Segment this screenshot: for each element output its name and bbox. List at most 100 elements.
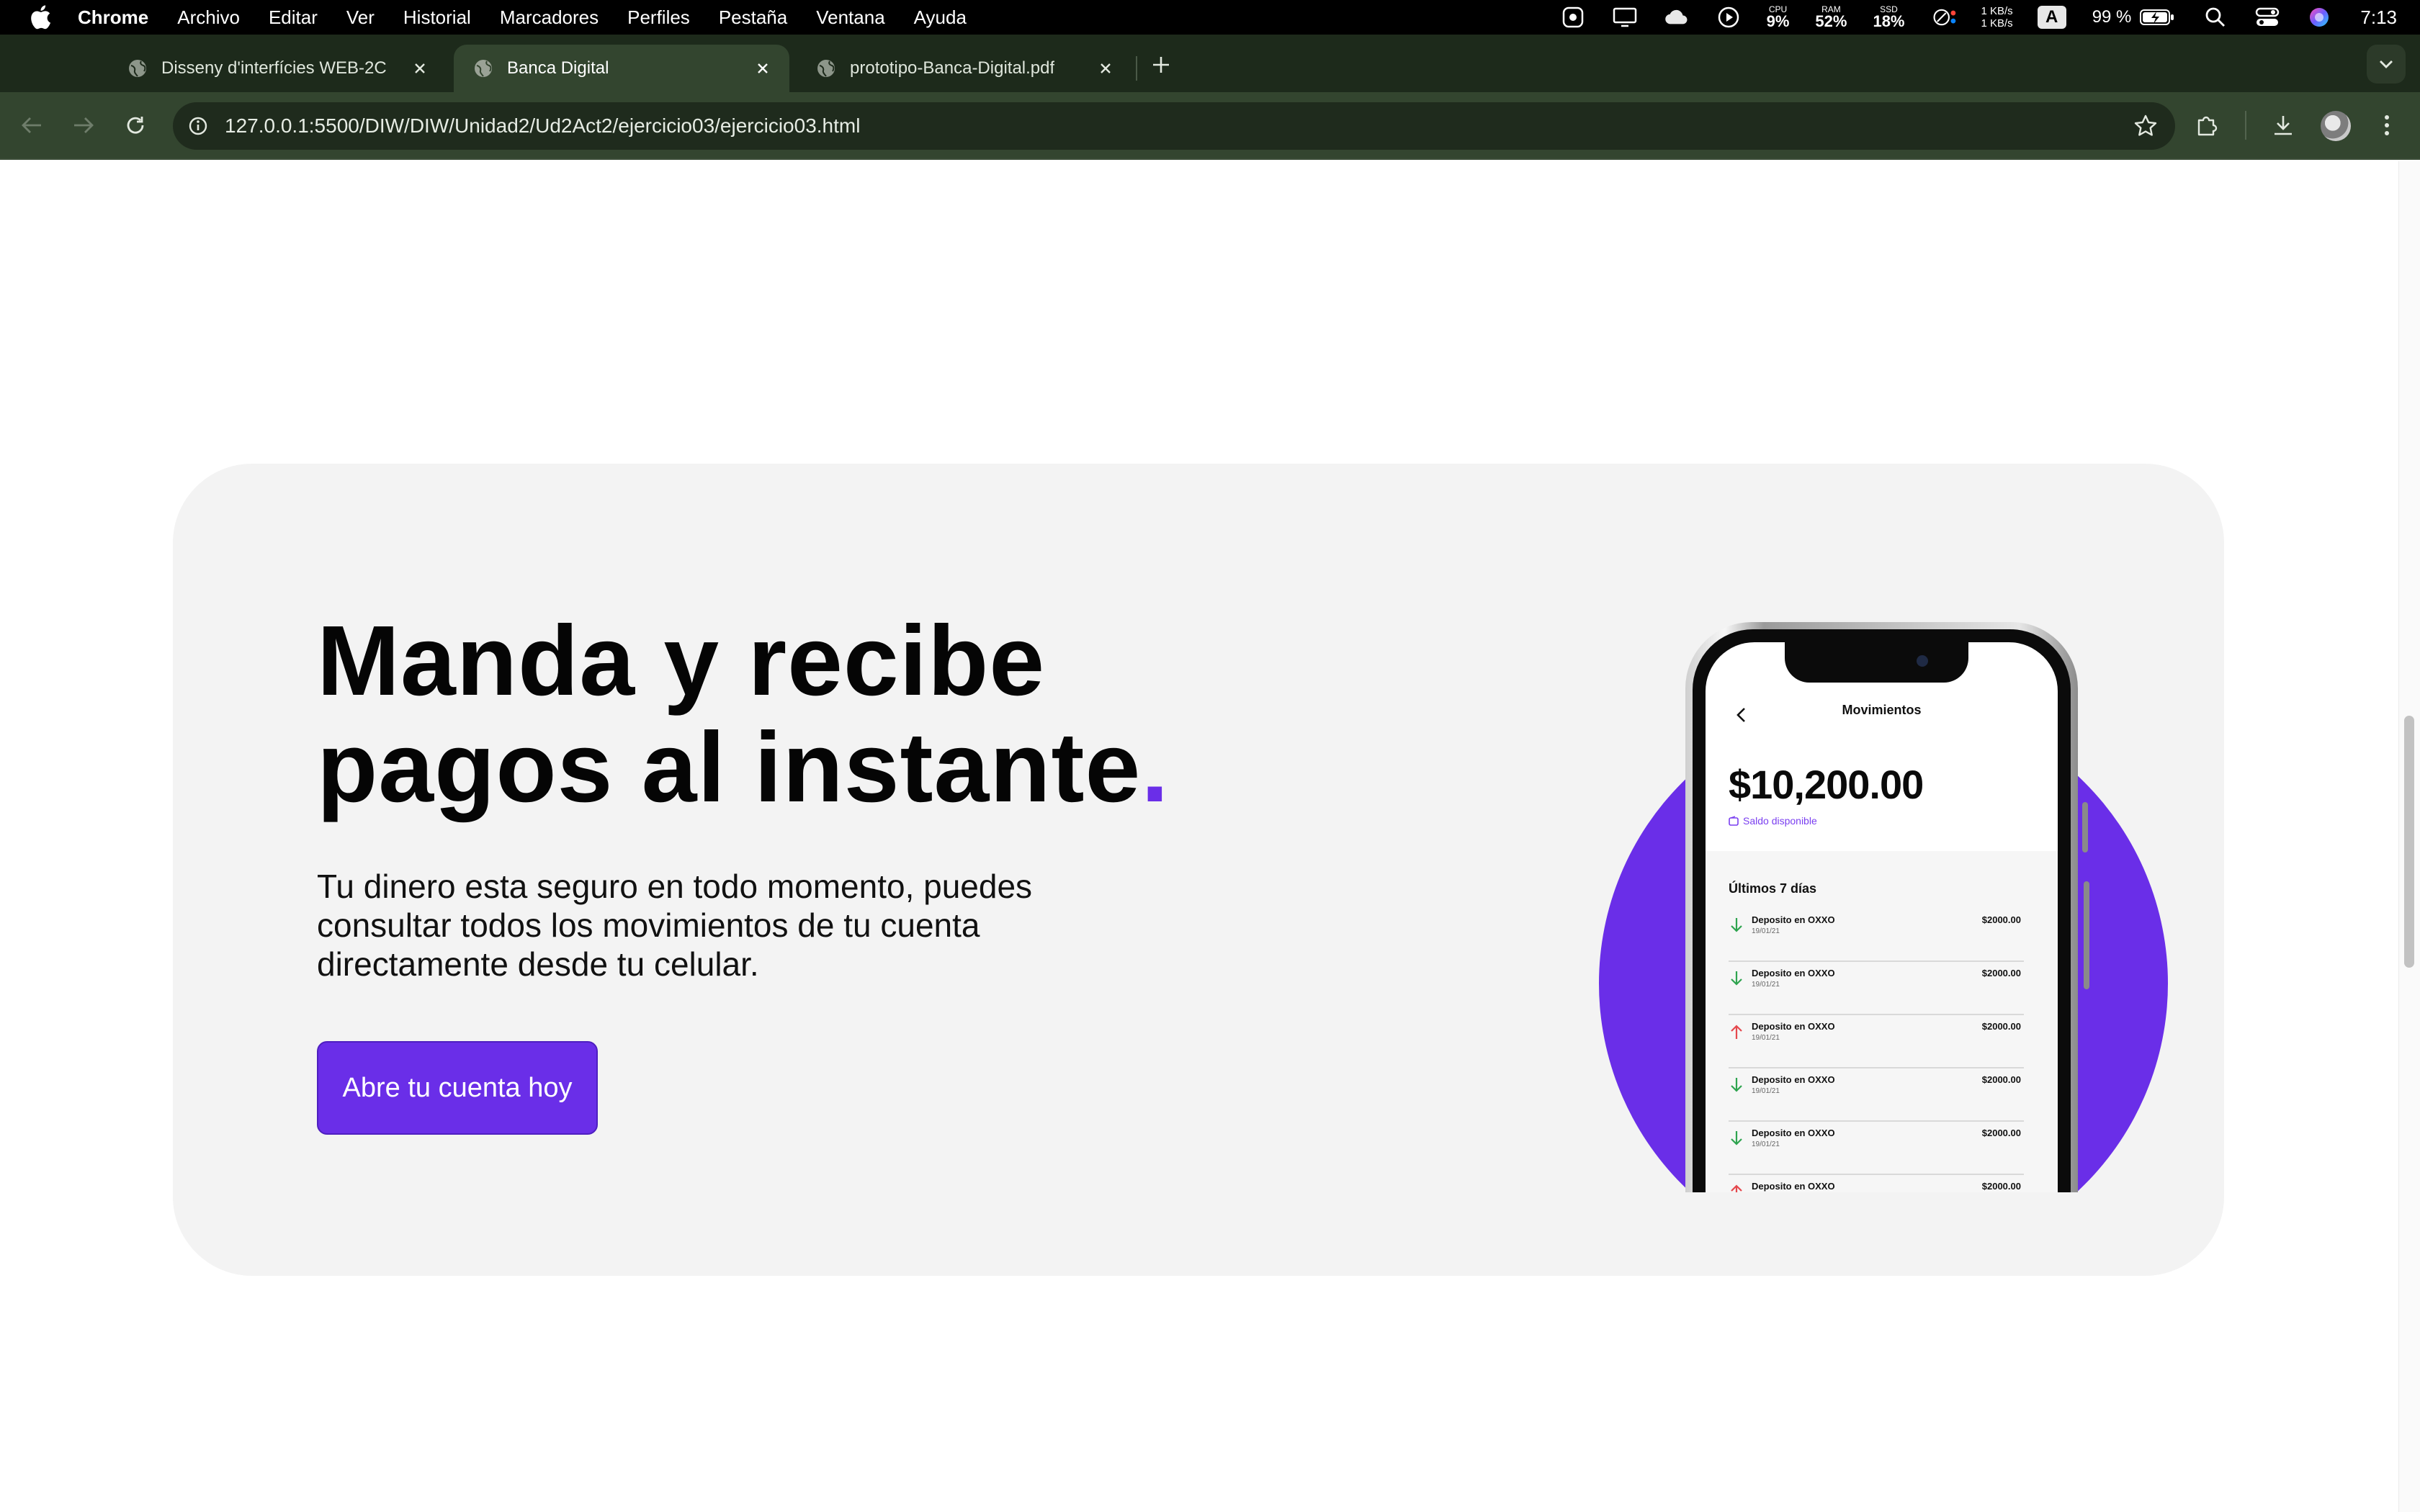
movement-row[interactable]: Deposito en OXXO 19/01/21 $2000.00 (1729, 1015, 2024, 1068)
globe-icon (475, 60, 492, 77)
close-icon[interactable] (1095, 58, 1116, 79)
menu-editar[interactable]: Editar (269, 6, 318, 29)
more-menu-icon[interactable] (2370, 108, 2404, 143)
ram-stat[interactable]: RAM 52% (1815, 5, 1847, 30)
tab-disseny[interactable]: Disseny d'interfícies WEB-2C (108, 45, 447, 92)
siri-icon[interactable] (2307, 5, 2331, 30)
tab-search-chevron-icon[interactable] (2367, 45, 2406, 84)
balance-label-text: Saldo disponible (1743, 815, 1817, 827)
movement-row[interactable]: Deposito en OXXO19/01/21$2000.00 (1729, 1175, 2024, 1192)
phone-side-button (2084, 881, 2089, 989)
movement-title: Deposito en OXXO (1752, 968, 1835, 978)
search-icon[interactable] (2203, 5, 2228, 30)
reload-icon[interactable] (118, 108, 153, 143)
movement-amount: $2000.00 (1981, 1181, 2021, 1192)
close-icon[interactable] (752, 58, 774, 79)
movement-date: 19/01/21 (1752, 981, 1780, 989)
movement-amount: $2000.00 (1981, 968, 2021, 978)
ssd-stat[interactable]: SSD 18% (1873, 5, 1904, 30)
open-account-button[interactable]: Abre tu cuenta hoy (317, 1041, 598, 1135)
battery-percent[interactable]: 99 % (2092, 7, 2132, 27)
hero-title: Manda y recibe pagos al instante. (317, 608, 1253, 821)
movement-title: Deposito en OXXO (1752, 1021, 1835, 1032)
balance-amount: $10,200.00 (1729, 762, 1924, 807)
phone-illustration: Movimientos $10,200.00 Saldo disponible … (1437, 622, 2186, 1212)
movement-row[interactable]: Deposito en OXXO19/01/21$2000.00 (1729, 1068, 2024, 1122)
phone-camera (1917, 655, 1928, 667)
bookmark-star-icon[interactable] (2133, 114, 2158, 138)
browser-toolbar: 127.0.0.1:5500/DIW/DIW/Unidad2/Ud2Act2/e… (0, 92, 2420, 160)
url-text[interactable]: 127.0.0.1:5500/DIW/DIW/Unidad2/Ud2Act2/e… (225, 114, 860, 138)
wallet-icon (1729, 816, 1739, 826)
hero-section: Manda y recibe pagos al instante. Tu din… (173, 464, 2224, 1276)
cpu-stat[interactable]: CPU 9% (1767, 5, 1790, 30)
site-info-icon[interactable] (186, 114, 210, 138)
display-icon[interactable] (1613, 5, 1637, 30)
tab-strip: Disseny d'interfícies WEB-2C Banca Digit… (0, 35, 2420, 92)
movement-title: Deposito en OXXO (1752, 914, 1835, 925)
control-center-icon[interactable] (2255, 5, 2280, 30)
ram-value: 52% (1815, 12, 1847, 30)
hero-title-dot: . (1141, 712, 1170, 823)
movements-section-title: Últimos 7 días (1729, 881, 1817, 896)
cpu-value: 9% (1766, 12, 1790, 30)
movement-row[interactable]: Deposito en OXXO 19/01/21 $2000.00 (1729, 962, 2024, 1015)
tab-title: Banca Digital (507, 58, 609, 78)
download-icon[interactable] (2266, 108, 2300, 143)
movement-title: Deposito en OXXO (1752, 1128, 1835, 1138)
tab-title: prototipo-Banca-Digital.pdf (850, 58, 1055, 78)
cloud-icon[interactable] (1664, 5, 1689, 30)
apple-logo-icon[interactable] (24, 1, 56, 33)
movement-date: 19/01/21 (1752, 1034, 1780, 1042)
movement-title: Deposito en OXXO (1752, 1181, 1835, 1192)
menu-ver[interactable]: Ver (346, 6, 375, 29)
scrollbar-thumb[interactable] (2404, 716, 2414, 968)
phone-notch (1785, 642, 1968, 683)
menu-app-name[interactable]: Chrome (78, 6, 148, 29)
close-icon[interactable] (409, 58, 431, 79)
gauge-icon[interactable] (1932, 5, 1957, 30)
macos-menu-bar: Chrome Archivo Editar Ver Historial Marc… (0, 0, 2420, 35)
page-scrollbar[interactable] (2398, 161, 2420, 1512)
screen-title: Movimientos (1842, 703, 1922, 717)
menu-ventana[interactable]: Ventana (816, 6, 884, 29)
movement-row[interactable]: Deposito en OXXO19/01/21$2000.00 (1729, 909, 2024, 962)
movement-amount: $2000.00 (1981, 914, 2021, 925)
globe-icon (129, 60, 146, 77)
new-tab-plus-icon[interactable] (1147, 50, 1175, 79)
clock[interactable]: 7:13 (2360, 6, 2397, 29)
phone-mockup: Movimientos $10,200.00 Saldo disponible … (1685, 622, 2089, 1192)
arrow-down-icon (1731, 918, 1742, 932)
menu-ayuda[interactable]: Ayuda (914, 6, 967, 29)
arrow-down-icon (1731, 1131, 1742, 1146)
menu-historial[interactable]: Historial (403, 6, 471, 29)
illustration-mask: Movimientos $10,200.00 Saldo disponible … (1437, 622, 2186, 1192)
tab-banca-digital[interactable]: Banca Digital (454, 45, 789, 92)
movement-amount: $2000.00 (1981, 1021, 2021, 1032)
arrow-up-icon (1731, 1184, 1742, 1192)
extensions-puzzle-icon[interactable] (2190, 108, 2224, 143)
network-stat[interactable]: 1 KB/s 1 KB/s (1981, 5, 2013, 30)
menu-pestana[interactable]: Pestaña (719, 6, 787, 29)
menu-archivo[interactable]: Archivo (177, 6, 240, 29)
network-down: 1 KB/s (1981, 17, 2013, 30)
tab-prototipo-pdf[interactable]: prototipo-Banca-Digital.pdf (797, 45, 1132, 92)
menu-marcadores[interactable]: Marcadores (500, 6, 599, 29)
screen-recording-icon[interactable] (1561, 5, 1585, 30)
address-bar[interactable]: 127.0.0.1:5500/DIW/DIW/Unidad2/Ud2Act2/e… (173, 102, 2175, 150)
movement-title: Deposito en OXXO (1752, 1074, 1835, 1085)
network-up: 1 KB/s (1981, 5, 2013, 17)
phone-bezel: Movimientos $10,200.00 Saldo disponible … (1693, 629, 2071, 1192)
play-circle-icon[interactable] (1716, 5, 1741, 30)
hero-title-line-2: pagos al instante (317, 712, 1142, 823)
screen-header: Movimientos (1706, 698, 2058, 734)
input-source-icon[interactable]: A (2037, 6, 2066, 29)
movement-row[interactable]: Deposito en OXXO19/01/21$2000.00 (1729, 1122, 2024, 1175)
menu-perfiles[interactable]: Perfiles (627, 6, 690, 29)
battery-icon[interactable] (2138, 5, 2176, 30)
phone-screen: Movimientos $10,200.00 Saldo disponible … (1706, 642, 2058, 1192)
profile-avatar[interactable] (2321, 111, 2351, 141)
forward-arrow-icon[interactable] (66, 108, 101, 143)
hero-title-line-1: Manda y recibe (317, 606, 1046, 716)
back-arrow-icon[interactable] (14, 108, 49, 143)
